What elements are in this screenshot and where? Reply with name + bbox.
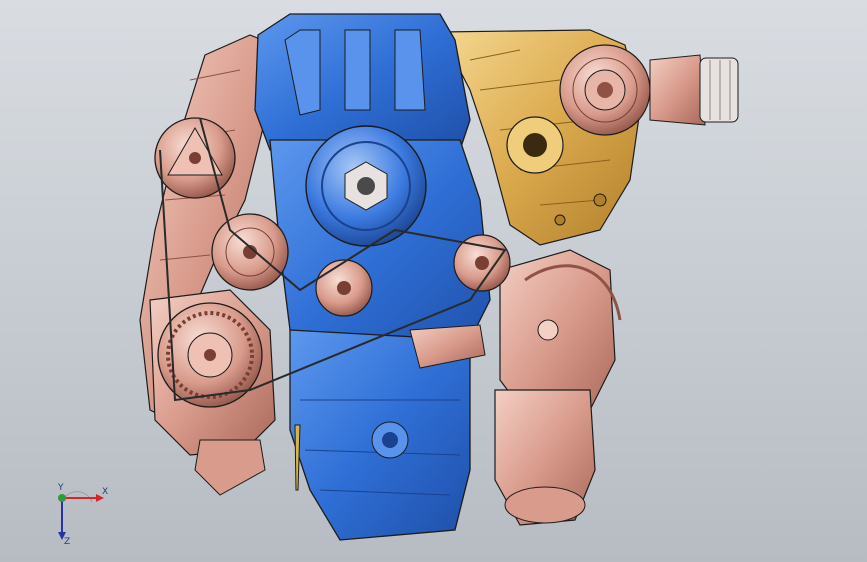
dipstick[interactable] [294,424,301,491]
oil-filter-assembly[interactable] [494,249,622,526]
z-axis-label: Z [64,537,70,547]
engine-assembly-model[interactable] [0,0,867,562]
graphics-viewport[interactable]: X Y Z [0,0,867,562]
ac-compressor-pulley[interactable] [154,117,236,199]
y-axis-dot [58,494,66,502]
x-axis-label: X [102,487,108,497]
view-orientation-triad[interactable]: X Y Z [44,480,114,550]
turbocharger[interactable] [559,44,739,136]
crankshaft-pulley[interactable] [305,125,427,247]
engine-block[interactable] [254,13,491,541]
ignition-coil[interactable] [409,324,486,369]
idler-pulley-left[interactable] [211,213,289,291]
water-pump-pulley[interactable] [315,259,373,317]
y-axis-label: Y [57,483,64,493]
